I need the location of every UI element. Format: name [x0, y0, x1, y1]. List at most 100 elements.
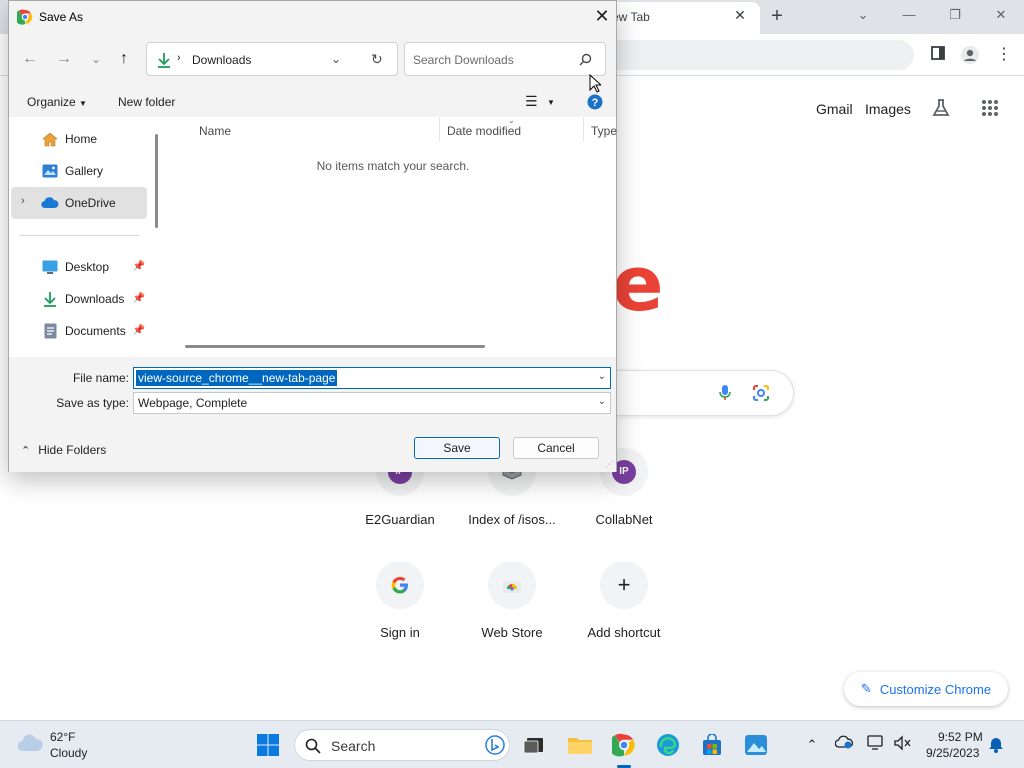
- chevron-up-icon: ⌃: [21, 444, 31, 457]
- search-downloads-input[interactable]: Search Downloads: [404, 42, 606, 76]
- file-name-dropdown-icon[interactable]: ⌄: [598, 371, 606, 382]
- nav-label: Documents: [65, 324, 126, 338]
- photos-icon[interactable]: [740, 729, 772, 761]
- downloads-icon: [41, 290, 59, 308]
- nav-item-downloads[interactable]: Downloads 📌: [11, 283, 147, 315]
- address-bar[interactable]: › Downloads ⌄ ↻: [146, 42, 398, 76]
- show-hidden-icons-chevron-icon[interactable]: ⌃: [802, 735, 822, 755]
- shortcut-label: Web Store: [481, 625, 543, 640]
- taskbar-search-box[interactable]: Search: [294, 729, 510, 761]
- customize-label: Customize Chrome: [879, 681, 992, 697]
- menu-kebab-icon[interactable]: ⋮: [994, 45, 1014, 65]
- new-folder-button[interactable]: New folder: [118, 95, 175, 109]
- organize-menu[interactable]: Organize ▼: [27, 95, 87, 109]
- save-as-type-select[interactable]: Webpage, Complete ⌄: [133, 392, 611, 414]
- address-dropdown-chevron-icon[interactable]: ⌄: [331, 52, 341, 66]
- speaker-muted-icon[interactable]: [892, 735, 912, 755]
- taskbar: 62°F Cloudy Search ⌃ 9:52 PM 9/25/2023: [0, 720, 1024, 768]
- back-arrow-icon[interactable]: ←: [19, 48, 41, 70]
- empty-message: No items match your search.: [316, 159, 470, 173]
- save-as-type-label: Save as type:: [56, 396, 129, 410]
- view-dropdown-icon[interactable]: ▼: [547, 98, 555, 107]
- network-icon[interactable]: [866, 735, 886, 755]
- cancel-button[interactable]: Cancel: [513, 437, 599, 459]
- refresh-icon[interactable]: ↻: [371, 51, 383, 68]
- organize-dropdown-icon: ▼: [79, 99, 87, 108]
- window-close-icon[interactable]: ✕: [992, 6, 1010, 24]
- edge-icon[interactable]: [652, 729, 684, 761]
- view-list-icon[interactable]: ☰: [525, 93, 538, 110]
- save-as-type-dropdown-icon[interactable]: ⌄: [598, 396, 606, 407]
- nav-item-desktop[interactable]: Desktop 📌: [11, 251, 147, 283]
- nav-item-gallery[interactable]: Gallery: [11, 155, 147, 187]
- file-name-value: view-source_chrome__new-tab-page: [136, 370, 338, 386]
- pencil-icon: ✎: [860, 681, 872, 696]
- labs-flask-icon[interactable]: [931, 98, 951, 118]
- breadcrumb-chevron-icon[interactable]: ›: [177, 52, 181, 64]
- side-panel-icon[interactable]: [928, 45, 948, 65]
- chrome-taskbar-icon[interactable]: [608, 729, 640, 761]
- weather-temperature[interactable]: 62°F: [50, 730, 75, 744]
- breadcrumb-downloads[interactable]: Downloads: [192, 53, 251, 67]
- onedrive-tray-icon[interactable]: [834, 735, 854, 755]
- nav-pane-scrollbar[interactable]: [155, 134, 158, 228]
- task-view-icon[interactable]: [518, 729, 550, 761]
- dialog-close-icon[interactable]: ✕: [593, 7, 611, 25]
- resize-grip-icon[interactable]: ⋰: [605, 459, 614, 470]
- new-tab-button[interactable]: +: [768, 5, 786, 27]
- bing-icon[interactable]: [485, 735, 505, 758]
- shortcut-tile: +: [600, 561, 648, 609]
- nav-item-documents[interactable]: Documents 📌: [11, 315, 147, 347]
- weather-description[interactable]: Cloudy: [50, 746, 87, 760]
- file-name-input[interactable]: view-source_chrome__new-tab-page ⌄: [133, 367, 611, 389]
- organize-label: Organize: [27, 95, 76, 109]
- clock-date[interactable]: 9/25/2023: [926, 746, 979, 760]
- shortcut-web-store[interactable]: Web Store: [456, 561, 568, 640]
- voice-search-icon[interactable]: [718, 384, 732, 405]
- nav-label: OneDrive: [65, 196, 116, 210]
- windows-start-icon[interactable]: [252, 729, 284, 761]
- tab-search-chevron-icon[interactable]: ⌄: [854, 6, 872, 24]
- apps-grid-icon[interactable]: [980, 99, 1000, 119]
- save-button[interactable]: Save: [414, 437, 500, 459]
- ntp-search-box[interactable]: [612, 370, 794, 416]
- nav-item-onedrive[interactable]: › OneDrive: [11, 187, 147, 219]
- documents-icon: [41, 322, 59, 340]
- shortcut-add[interactable]: + Add shortcut: [568, 561, 680, 640]
- svg-text:?: ?: [592, 97, 599, 109]
- save-as-dialog: Save As ✕ ← → ⌄ ↑ › Downloads ⌄ ↻ Search…: [8, 0, 617, 472]
- up-arrow-icon[interactable]: ↑: [113, 48, 135, 70]
- column-header-type[interactable]: Type: [591, 124, 617, 138]
- help-icon[interactable]: ?: [587, 94, 603, 113]
- horizontal-scrollbar[interactable]: [185, 345, 485, 348]
- restore-icon[interactable]: ❐: [946, 6, 964, 24]
- notification-bell-icon[interactable]: [986, 735, 1006, 755]
- nav-item-home[interactable]: Home: [11, 123, 147, 155]
- clock-time[interactable]: 9:52 PM: [938, 730, 983, 744]
- shortcut-label: Sign in: [380, 625, 420, 640]
- forward-arrow-icon[interactable]: →: [53, 48, 75, 70]
- profile-icon[interactable]: [960, 45, 980, 65]
- column-header-date-modified[interactable]: Date modified: [447, 124, 521, 138]
- customize-chrome-button[interactable]: ✎ Customize Chrome: [844, 672, 1008, 706]
- tab-close-icon[interactable]: ✕: [733, 8, 747, 22]
- microsoft-store-icon[interactable]: [696, 729, 728, 761]
- shortcut-sign-in[interactable]: Sign in: [344, 561, 456, 640]
- recent-locations-chevron-icon[interactable]: ⌄: [85, 48, 107, 70]
- column-divider[interactable]: [583, 117, 584, 141]
- minimize-icon[interactable]: —: [900, 6, 918, 24]
- column-divider[interactable]: [439, 117, 440, 141]
- file-explorer-icon[interactable]: [564, 729, 596, 761]
- cloud-weather-icon[interactable]: [16, 733, 44, 756]
- shortcut-tile: [376, 561, 424, 609]
- gmail-link[interactable]: Gmail: [816, 101, 853, 117]
- shortcut-label: Add shortcut: [587, 625, 661, 640]
- lens-search-icon[interactable]: [752, 384, 770, 405]
- expand-chevron-icon[interactable]: ›: [21, 195, 25, 207]
- column-header-name[interactable]: Name: [199, 124, 231, 138]
- dialog-titlebar[interactable]: [9, 1, 616, 33]
- search-icon[interactable]: [579, 53, 592, 66]
- hide-folders-toggle[interactable]: ⌃ Hide Folders: [21, 443, 106, 457]
- images-link[interactable]: Images: [865, 101, 911, 117]
- plus-icon: +: [617, 572, 631, 597]
